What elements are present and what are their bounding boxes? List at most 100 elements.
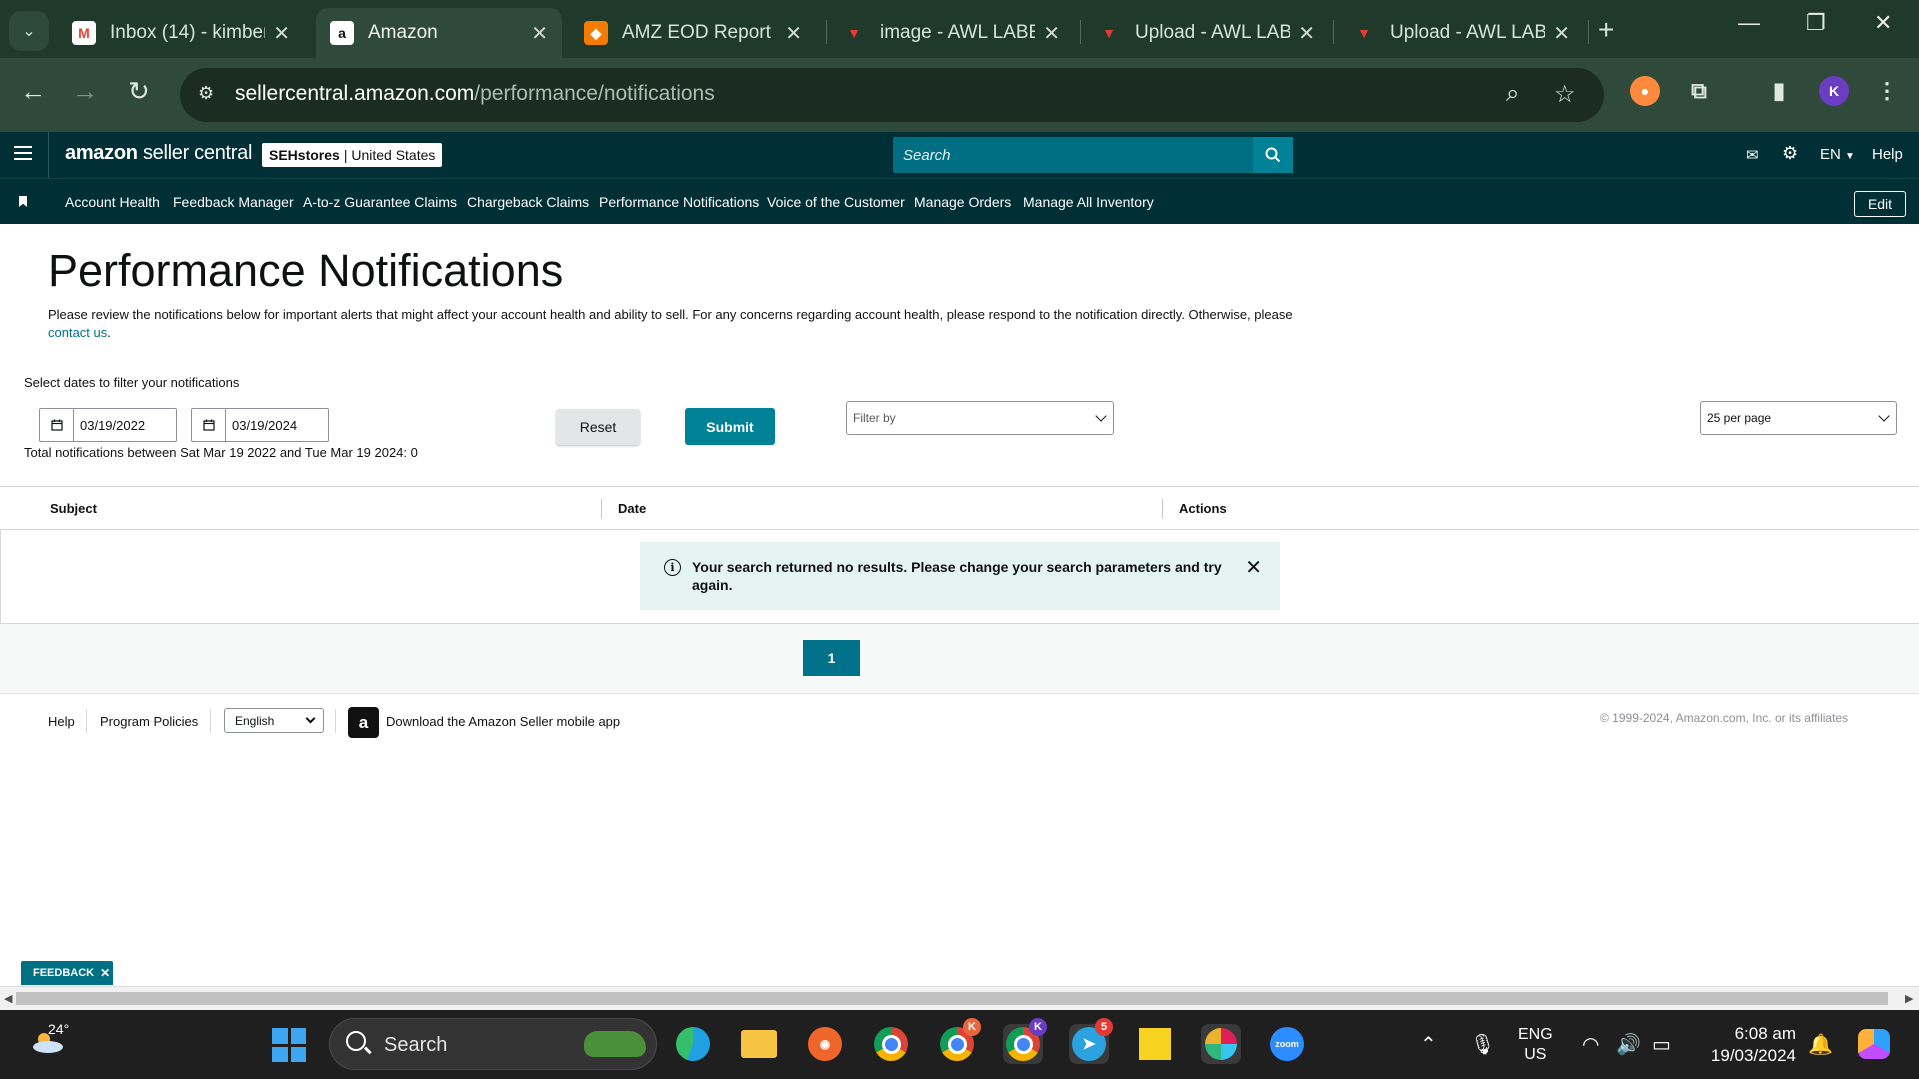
windows-start-icon[interactable] — [272, 1028, 306, 1062]
nav-manage-inventory[interactable]: Manage All Inventory — [1023, 194, 1154, 210]
close-tab-icon[interactable]: ✕ — [785, 21, 802, 46]
reset-button[interactable]: Reset — [556, 409, 640, 445]
close-icon[interactable]: ✕ — [100, 966, 110, 980]
nav-a-to-z-claims[interactable]: A-to-z Guarantee Claims — [303, 194, 457, 210]
scroll-right-icon[interactable]: ▶ — [1905, 992, 1913, 1005]
volume-icon[interactable]: 🔊 — [1616, 1032, 1641, 1057]
chrome-profile-1-icon[interactable] — [871, 1024, 911, 1064]
weather-temperature: 24° — [48, 1021, 70, 1037]
nav-performance-notifications[interactable]: Performance Notifications — [599, 194, 759, 210]
zoom-icon[interactable]: ⌕ — [1506, 80, 1519, 108]
footer-language-select[interactable]: English — [224, 708, 324, 733]
chrome-profile-3-icon[interactable]: K — [1003, 1018, 1047, 1064]
file-explorer-icon[interactable] — [739, 1024, 779, 1064]
gmail-icon: M — [72, 21, 96, 45]
sticky-notes-icon[interactable] — [1135, 1024, 1175, 1064]
submit-button[interactable]: Submit — [685, 408, 775, 445]
wifi-icon[interactable]: ◠ — [1582, 1032, 1599, 1057]
per-page-select[interactable]: 25 per page — [1700, 401, 1897, 435]
tab-amazon[interactable]: a Amazon ✕ — [316, 8, 562, 58]
input-language-indicator[interactable]: ENG US — [1518, 1025, 1553, 1065]
language-selector[interactable]: EN ▼ — [1820, 146, 1855, 163]
feedback-button[interactable]: FEEDBACK ✕ — [21, 961, 113, 985]
seller-search-input[interactable] — [893, 137, 1253, 173]
calendar-icon[interactable] — [192, 409, 226, 441]
forward-icon[interactable]: → — [72, 76, 98, 107]
column-divider — [1162, 499, 1163, 519]
tab-separator — [826, 20, 827, 44]
copyright-text: © 1999-2024, Amazon.com, Inc. or its aff… — [1600, 711, 1849, 725]
search-button[interactable] — [1253, 137, 1293, 173]
edit-bookmarks-button[interactable]: Edit — [1854, 191, 1906, 217]
tab-gmail[interactable]: M Inbox (14) - kimber ✕ — [58, 8, 304, 58]
footer-program-policies-link[interactable]: Program Policies — [100, 714, 198, 729]
header-help-link[interactable]: Help — [1872, 146, 1903, 163]
restore-icon[interactable]: ❐ — [1806, 10, 1826, 36]
browser-menu-icon[interactable]: ⋮ — [1872, 76, 1902, 106]
slack-icon[interactable] — [1201, 1024, 1241, 1064]
edge-icon[interactable] — [673, 1024, 713, 1064]
microphone-icon[interactable]: 🎙 — [1470, 1032, 1495, 1057]
nav-feedback-manager[interactable]: Feedback Manager — [173, 194, 294, 210]
scroll-left-icon[interactable]: ◀ — [4, 992, 12, 1005]
close-tab-icon[interactable]: ✕ — [1553, 21, 1570, 46]
reload-icon[interactable]: ↻ — [128, 76, 150, 107]
calendar-icon[interactable] — [40, 409, 74, 441]
close-icon[interactable]: ✕ — [1245, 555, 1262, 580]
page-button-1[interactable]: 1 — [803, 640, 860, 676]
close-tab-icon[interactable]: ✕ — [1043, 21, 1060, 46]
nav-account-health[interactable]: Account Health — [65, 194, 160, 210]
tab-search-button[interactable]: ⌄ — [9, 11, 49, 51]
extensions-puzzle-icon[interactable]: ⧉ — [1684, 76, 1714, 106]
brave-vpn-icon[interactable]: ◉ — [805, 1024, 845, 1064]
side-panel-icon[interactable]: ▮ — [1764, 76, 1794, 106]
horizontal-scrollbar[interactable]: ◀ ▶ — [0, 986, 1919, 1010]
tab-awl-upload-1[interactable]: ▼ Upload - AWL LAB ✕ — [1083, 8, 1329, 58]
taskbar-search[interactable]: Search — [329, 1018, 657, 1070]
settings-gear-icon[interactable]: ⚙ — [1782, 143, 1798, 164]
store-selector[interactable]: SEHstores | United States — [262, 143, 443, 167]
no-results-message: Your search returned no results. Please … — [692, 559, 1222, 593]
nav-voice-of-customer[interactable]: Voice of the Customer — [767, 194, 905, 210]
tab-amz-eod-report[interactable]: ◆ AMZ EOD Report ✕ — [570, 8, 816, 58]
download-app-link[interactable]: Download the Amazon Seller mobile app — [386, 714, 620, 729]
scrollbar-thumb[interactable] — [16, 992, 1888, 1005]
bookmark-star-icon[interactable]: ☆ — [1554, 80, 1576, 109]
mail-icon[interactable]: ✉ — [1746, 146, 1759, 164]
telegram-icon[interactable]: ➤ 5 — [1069, 1018, 1113, 1064]
filter-by-select[interactable]: Filter by — [846, 401, 1114, 435]
notification-bell-icon[interactable]: 🔔 — [1808, 1032, 1833, 1057]
url-text[interactable]: sellercentral.amazon.com/performance/not… — [235, 82, 715, 106]
nav-manage-orders[interactable]: Manage Orders — [914, 194, 1011, 210]
footer-help-link[interactable]: Help — [48, 714, 75, 729]
close-tab-icon[interactable]: ✕ — [531, 21, 548, 46]
hamburger-menu-icon[interactable] — [14, 146, 32, 160]
end-date-input[interactable] — [226, 409, 326, 441]
show-hidden-icons-chevron-icon[interactable]: ⌃ — [1420, 1032, 1437, 1057]
tab-awl-image[interactable]: ▼ image - AWL LABE ✕ — [828, 8, 1074, 58]
chrome-profile-2-icon[interactable]: K — [937, 1018, 981, 1064]
battery-icon[interactable]: ▭ — [1652, 1032, 1671, 1057]
amazon-seller-app-icon[interactable]: a — [348, 707, 379, 738]
end-date-picker — [191, 408, 329, 442]
close-tab-icon[interactable]: ✕ — [1298, 21, 1315, 46]
tab-awl-upload-2[interactable]: ▼ Upload - AWL LAB ✕ — [1338, 8, 1584, 58]
new-tab-button[interactable]: + — [1598, 14, 1614, 46]
copilot-icon[interactable] — [1854, 1024, 1894, 1064]
nav-chargeback-claims[interactable]: Chargeback Claims — [467, 194, 589, 210]
contact-us-link[interactable]: contact us — [48, 325, 107, 340]
profile-avatar[interactable]: K — [1819, 76, 1849, 106]
zoom-icon[interactable]: zoom — [1267, 1024, 1307, 1064]
address-bar[interactable]: ⚙ sellercentral.amazon.com/performance/n… — [180, 68, 1604, 122]
extension-firefox-icon[interactable]: ● — [1630, 76, 1660, 106]
site-info-icon[interactable]: ⚙ — [198, 83, 214, 104]
bookmark-icon[interactable] — [19, 196, 27, 207]
seller-central-logo[interactable]: amazon seller central — [65, 142, 252, 165]
profile-badge: K — [963, 1018, 981, 1036]
close-tab-icon[interactable]: ✕ — [273, 21, 290, 46]
close-window-icon[interactable]: ✕ — [1874, 10, 1892, 36]
back-icon[interactable]: ← — [20, 76, 46, 107]
system-clock[interactable]: 6:08 am 19/03/2024 — [1700, 1023, 1796, 1067]
minimize-icon[interactable]: — — [1738, 10, 1760, 36]
start-date-input[interactable] — [74, 409, 174, 441]
